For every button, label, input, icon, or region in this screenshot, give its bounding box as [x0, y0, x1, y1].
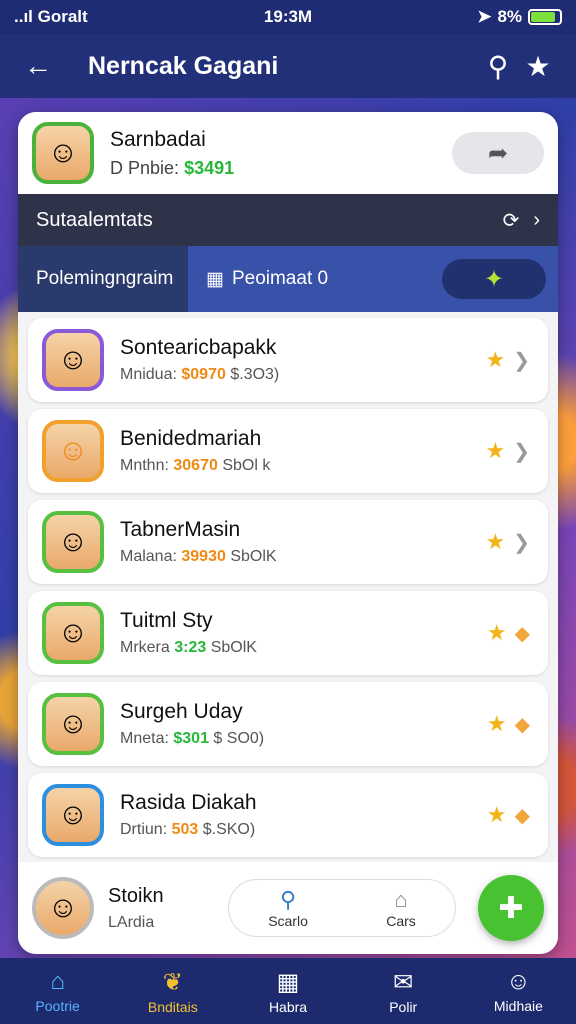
list-item[interactable]: ☺ Sontearicbapakk Mnidua: $0970 $.3O3) ★…	[28, 318, 548, 402]
avatar: ☺	[42, 511, 104, 573]
list-item[interactable]: ☺ Rasida Diakah Drtiun: 503 $.SKO) ★ ◆	[28, 773, 548, 857]
row-sub: Mneta: $301 $ SO0)	[120, 730, 265, 747]
list-item[interactable]: ☺ Tuitml Sty Mrkera 3:23 SbOlK ★ ◆	[28, 591, 548, 675]
page-title: Nerncak Gagani	[88, 51, 279, 80]
list-item[interactable]: ☺ Benidedmariah Mnthn: 30670 SbOl k ★ ❯	[28, 409, 548, 493]
home-icon: ⌂	[50, 968, 65, 995]
action-pill: ⚲ Scarlo ⌂ Cars	[228, 879, 456, 937]
profile-name: Sarnbadai	[110, 127, 206, 151]
row-name: Surgeh Uday	[120, 700, 243, 723]
chevron-right-icon[interactable]: ❯	[513, 348, 530, 373]
list-item[interactable]: ☺ TabnerMasin Malana: 39930 SbOlK ★ ❯	[28, 500, 548, 584]
row-sub: Mrkera 3:23 SbOlK	[120, 639, 257, 656]
bottom-navigation: ⌂ Pootrie ❦ Bnditais ▦ Habra ✉ Polir ☺ M…	[0, 958, 576, 1024]
status-right: ➤ 8%	[379, 7, 563, 27]
battery-icon	[528, 9, 563, 25]
tab-bar: Polemingngraim ▦ Peoimaat 0 ✦	[18, 246, 558, 312]
search-icon[interactable]: ⚲	[478, 46, 518, 86]
nav-home[interactable]: ⌂ Pootrie	[0, 958, 115, 1024]
row-sub: Malana: 39930 SbOlK	[120, 548, 277, 565]
star-icon[interactable]: ★	[487, 802, 507, 828]
row-name: Sontearicbapakk	[120, 336, 277, 359]
star-icon[interactable]: ★	[486, 529, 506, 555]
profile-sub: D Pnbie: $3491	[110, 157, 235, 178]
share-button[interactable]: ➦	[452, 132, 544, 174]
bird-icon: ❦	[162, 968, 183, 996]
user-icon: ☺	[506, 968, 531, 995]
avatar: ☺	[42, 420, 104, 482]
avatar: ☺	[42, 784, 104, 846]
row-name: Tuitml Sty	[120, 609, 213, 632]
avatar: ☺	[42, 329, 104, 391]
profile-card: ☺ Sarnbadai D Pnbie: $3491 ➦	[18, 112, 558, 194]
carrier-label: ..ıl Goralt	[14, 7, 88, 26]
location-icon: ➤	[477, 7, 492, 26]
refresh-icon[interactable]: ⟳	[503, 208, 520, 233]
search-icon: ⚲	[279, 887, 297, 912]
clock: 19:3M	[263, 7, 313, 26]
tab-right[interactable]: ▦ Peoimaat 0	[188, 246, 442, 312]
notification-icon[interactable]: ★	[518, 46, 558, 86]
row-sub: Mnidua: $0970 $.3O3)	[120, 366, 280, 383]
battery-percent: 8%	[497, 7, 523, 26]
diamond-icon[interactable]: ◆	[515, 712, 530, 737]
nav-bnditais[interactable]: ❦ Bnditais	[115, 958, 230, 1024]
back-arrow-icon[interactable]: ←	[18, 46, 58, 86]
chevron-right-icon[interactable]: ❯	[513, 530, 530, 555]
chevron-right-icon[interactable]: ❯	[513, 439, 530, 464]
row-name: Benidedmariah	[120, 427, 262, 450]
diamond-icon[interactable]: ◆	[515, 621, 530, 646]
bottom-sub: LArdia	[108, 913, 155, 931]
bottom-name: Stoikn	[108, 884, 164, 907]
section-bar: Sutaalemtats ⟳ ›	[18, 194, 558, 246]
status-bar: ..ıl Goralt 19:3M ➤ 8%	[0, 0, 576, 34]
grid-icon: ▦	[206, 268, 224, 290]
leaderboard-panel: ☺ Sarnbadai D Pnbie: $3491 ➦ Sutaalemtat…	[18, 112, 558, 954]
row-sub: Drtiun: 503 $.SKO)	[120, 821, 256, 838]
star-icon[interactable]: ★	[486, 347, 506, 373]
avatar: ☺	[42, 693, 104, 755]
bottom-card: ☺ Stoikn LArdia ⚲ Scarlo ⌂ Cars ✚	[18, 862, 558, 954]
add-button[interactable]: ✚	[478, 875, 544, 941]
search-action[interactable]: ⚲ Scarlo	[268, 887, 308, 929]
sparkle-button[interactable]: ✦	[442, 259, 546, 299]
diamond-icon[interactable]: ◆	[515, 803, 530, 828]
star-icon[interactable]: ★	[487, 711, 507, 737]
list-item[interactable]: ☺ Surgeh Uday Mneta: $301 $ SO0) ★ ◆	[28, 682, 548, 766]
star-icon[interactable]: ★	[487, 620, 507, 646]
nav-polir[interactable]: ✉ Polir	[346, 958, 461, 1024]
grid-icon: ▦	[276, 968, 300, 996]
avatar[interactable]: ☺	[32, 122, 94, 184]
nav-habra[interactable]: ▦ Habra	[230, 958, 345, 1024]
chevron-right-icon[interactable]: ›	[533, 209, 540, 232]
row-name: Rasida Diakah	[120, 791, 257, 814]
section-label: Sutaalemtats	[36, 208, 153, 231]
avatar[interactable]: ☺	[32, 877, 94, 939]
player-list: ☺ Sontearicbapakk Mnidua: $0970 $.3O3) ★…	[18, 312, 558, 857]
app-bar: ← Nerncak Gagani ⚲ ★	[0, 34, 576, 98]
star-icon[interactable]: ★	[486, 438, 506, 464]
car-icon: ⌂	[394, 887, 408, 912]
tab-left[interactable]: Polemingngraim	[18, 246, 188, 312]
row-name: TabnerMasin	[120, 518, 241, 541]
nav-midhaie[interactable]: ☺ Midhaie	[461, 958, 576, 1024]
row-sub: Mnthn: 30670 SbOl k	[120, 457, 271, 474]
cars-action[interactable]: ⌂ Cars	[386, 887, 416, 929]
message-icon: ✉	[393, 968, 414, 996]
avatar: ☺	[42, 602, 104, 664]
